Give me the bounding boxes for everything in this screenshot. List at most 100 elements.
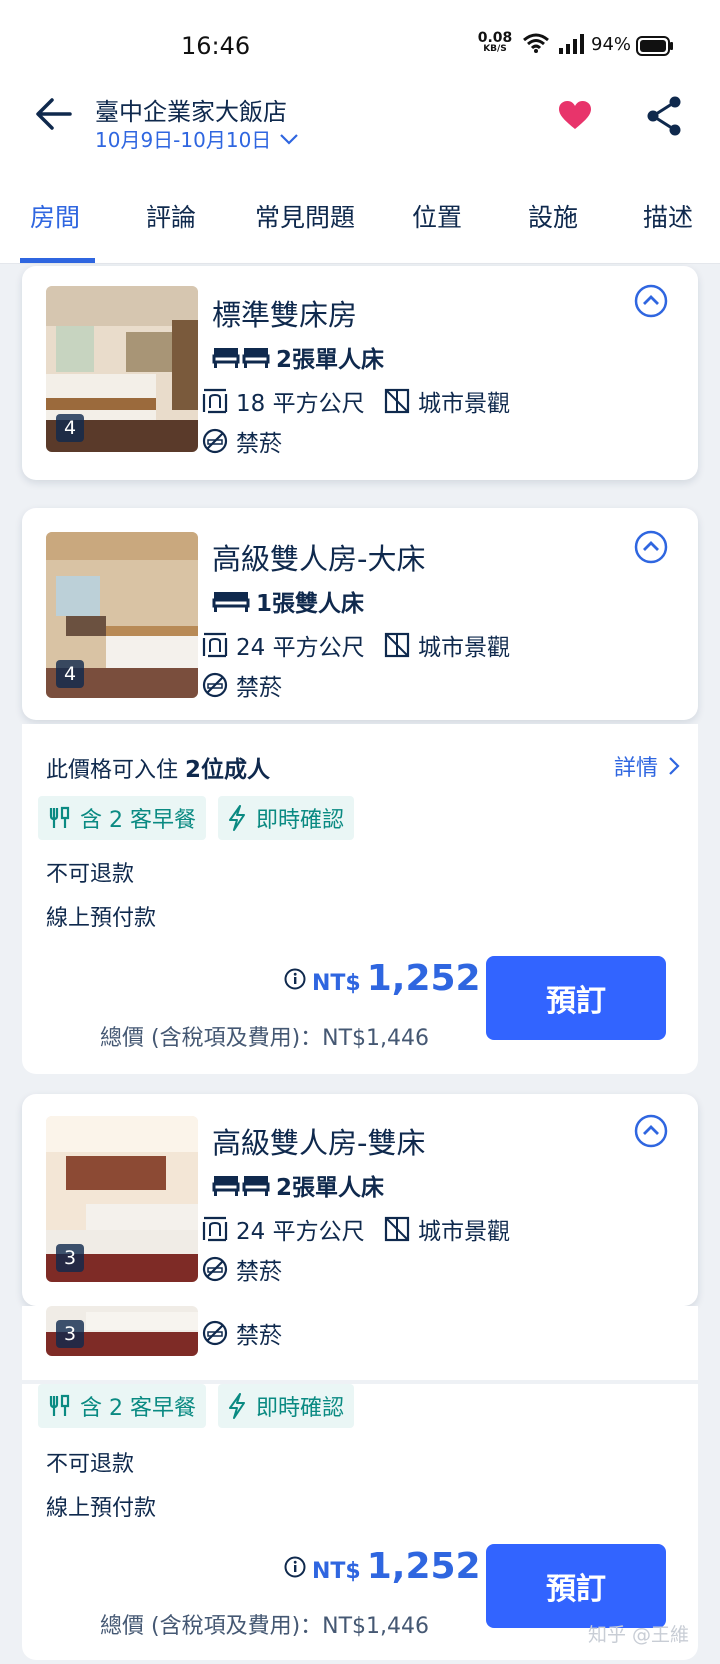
instant-confirm-tag: 即時確認 (218, 1384, 355, 1428)
room-photo[interactable]: 4 (46, 532, 198, 698)
tab-reviews[interactable]: 評論 (146, 198, 196, 234)
collapse-chevron-icon[interactable] (634, 1114, 668, 1148)
smoking-text: 禁菸 (236, 1259, 282, 1285)
payment-type: 線上預付款 (46, 906, 157, 931)
room-photo[interactable]: 4 (46, 286, 198, 452)
room-view-text: 城市景觀 (418, 391, 510, 417)
section-tabs: 房間 評論 常見問題 位置 設施 描述 (0, 178, 720, 264)
room-card[interactable]: 3 高級雙人房-雙床 2張單人床 24 平方公尺 城市景觀 禁菸 (22, 1094, 698, 1306)
share-icon[interactable] (646, 95, 682, 137)
chevron-right-icon (669, 757, 680, 775)
nightly-price: NT$ 1,252 (284, 1546, 481, 1587)
room-card[interactable]: 4 標準雙床房 2張單人床 18 平方公尺 城市景觀 禁菸 (22, 266, 698, 480)
smoking-text: 禁菸 (236, 1323, 282, 1349)
favorite-heart-icon[interactable] (558, 100, 592, 130)
bed-text: 1張雙人床 (256, 591, 365, 617)
total-price: 總價 (含稅項及費用)：NT$1,446 (100, 1026, 430, 1051)
room-title: 高級雙人房-雙床 (212, 1126, 426, 1160)
status-time: 16:46 (181, 32, 251, 60)
no-smoking-icon (202, 1256, 228, 1282)
tab-location[interactable]: 位置 (412, 198, 462, 234)
breakfast-tag: 含 2 客早餐 (38, 796, 206, 840)
tab-description[interactable]: 描述 (643, 198, 693, 234)
photo-count-badge: 4 (56, 414, 84, 442)
window-view-icon (384, 1216, 410, 1242)
details-text: 詳情 (614, 756, 659, 781)
twin-bed-icon (212, 1176, 270, 1196)
tab-faq[interactable]: 常見問題 (255, 198, 355, 234)
bed-text: 2張單人床 (276, 347, 385, 373)
rate-plan-card: 此價格可入住 2位成人 詳情 含 2 客早餐 即時確認 不可退款 線上預付款 N… (22, 724, 698, 1074)
room-size-icon (202, 632, 228, 658)
battery-icon (636, 36, 673, 56)
wifi-icon (523, 33, 549, 53)
room-size-icon (202, 1216, 228, 1242)
tab-rooms[interactable]: 房間 (30, 198, 80, 234)
price-currency: NT$ (312, 1559, 361, 1584)
window-view-icon (384, 632, 410, 658)
breakfast-tag: 含 2 客早餐 (38, 1384, 206, 1428)
battery-percent: 94% (591, 34, 632, 55)
occupancy-info: 此價格可入住 2位成人 (46, 750, 270, 784)
app-header: 臺中企業家大飯店 10月9日-10月10日 (0, 82, 720, 178)
network-speed-value: 0.08 (477, 30, 513, 46)
room-area-text: 24 平方公尺 (236, 1219, 365, 1245)
status-bar: 16:46 0.08 KB/S 94% (0, 0, 720, 82)
occupancy-count: 2位成人 (185, 757, 271, 783)
room-photo[interactable]: 3 (46, 1116, 198, 1282)
book-button[interactable]: 預訂 (486, 956, 666, 1040)
room-area-text: 24 平方公尺 (236, 635, 365, 661)
smoking-text: 禁菸 (236, 431, 282, 457)
nightly-price: NT$ 1,252 (284, 958, 481, 999)
book-button[interactable]: 預訂 (486, 1544, 666, 1628)
room-view: 城市景觀 (384, 1212, 510, 1246)
rate-plan-card: 含 2 客早餐 即時確認 不可退款 線上預付款 NT$ 1,252 總價 (含稅… (22, 1384, 698, 1660)
signal-icon (559, 34, 584, 54)
refund-policy: 不可退款 (46, 1452, 135, 1477)
bed-text: 2張單人床 (276, 1175, 385, 1201)
room-view: 城市景觀 (384, 384, 510, 418)
hotel-name: 臺中企業家大飯店 (95, 98, 287, 126)
occupancy-prefix: 此價格可入住 (46, 758, 185, 783)
collapse-chevron-icon[interactable] (634, 530, 668, 564)
instant-confirm-text: 即時確認 (256, 808, 345, 833)
no-smoking-icon (202, 1320, 228, 1346)
back-arrow-icon[interactable] (34, 94, 74, 134)
price-currency: NT$ (312, 971, 361, 996)
info-icon[interactable] (284, 1556, 306, 1578)
room-area: 24 平方公尺 (202, 1212, 365, 1246)
room-view: 城市景觀 (384, 628, 510, 662)
network-speed: 0.08 KB/S (475, 31, 515, 54)
smoking-policy: 禁菸 (202, 1252, 282, 1286)
date-range-text: 10月9日-10月10日 (95, 128, 272, 152)
lightning-icon (229, 1393, 245, 1419)
room-view-text: 城市景觀 (418, 1219, 510, 1245)
instant-confirm-tag: 即時確認 (218, 796, 355, 840)
no-smoking-icon (202, 428, 228, 454)
room-size-icon (202, 388, 228, 414)
smoking-policy: 禁菸 (202, 424, 282, 458)
room-title: 標準雙床房 (212, 298, 358, 332)
room-card[interactable]: 4 高級雙人房-大床 1張雙人床 24 平方公尺 城市景觀 禁菸 (22, 508, 698, 720)
lightning-icon (229, 805, 245, 831)
room-photo-peek: 3 (46, 1306, 198, 1356)
room-area-text: 18 平方公尺 (236, 391, 365, 417)
cutlery-icon (49, 1394, 70, 1416)
room-area: 24 平方公尺 (202, 628, 365, 662)
price-amount: 1,252 (366, 958, 481, 999)
date-range-selector[interactable]: 10月9日-10月10日 (95, 124, 299, 153)
chevron-down-icon (280, 133, 299, 145)
breakfast-text: 含 2 客早餐 (80, 808, 196, 833)
double-bed-icon (212, 592, 250, 612)
collapse-chevron-icon[interactable] (634, 284, 668, 318)
photo-count-badge: 3 (56, 1244, 84, 1272)
instant-confirm-text: 即時確認 (256, 1396, 345, 1421)
photo-count-badge: 4 (56, 660, 84, 688)
info-icon[interactable] (284, 968, 306, 990)
tab-facilities[interactable]: 設施 (528, 198, 578, 234)
room-title: 高級雙人房-大床 (212, 542, 426, 576)
bed-info: 2張單人床 (212, 1168, 384, 1202)
room-card-peek: 3 禁菸 (22, 1306, 698, 1380)
price-amount: 1,252 (366, 1546, 481, 1587)
details-link[interactable]: 詳情 (614, 750, 680, 782)
